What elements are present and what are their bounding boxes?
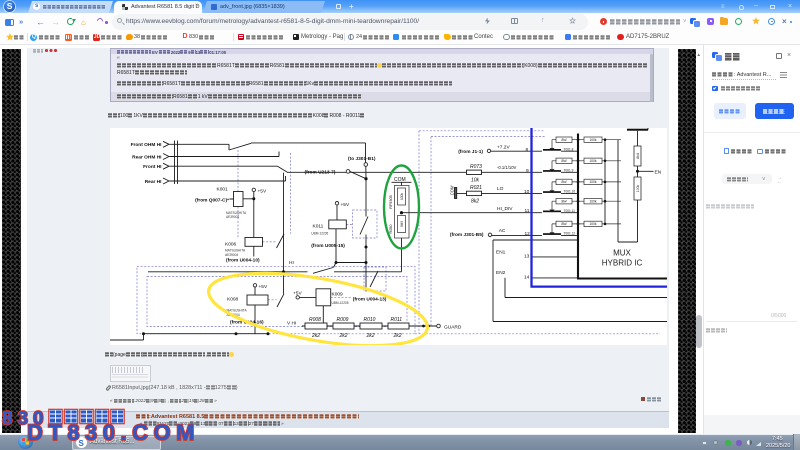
svg-text:K008: K008 bbox=[227, 297, 239, 303]
svg-text:13: 13 bbox=[524, 254, 530, 260]
svg-text:R021: R021 bbox=[470, 185, 482, 191]
svg-text:K006: K006 bbox=[225, 242, 237, 248]
svg-text:100k: 100k bbox=[590, 159, 597, 163]
svg-text:100k: 100k bbox=[590, 200, 597, 204]
svg-text:9: 9 bbox=[526, 168, 529, 174]
svg-text:EN: EN bbox=[655, 169, 662, 175]
svg-text:UBM-12205: UBM-12205 bbox=[311, 232, 328, 236]
svg-text:R009: R009 bbox=[337, 317, 349, 323]
svg-text:EN1: EN1 bbox=[496, 250, 506, 256]
svg-text:8k4: 8k4 bbox=[636, 153, 640, 159]
svg-text:MATSUSHITA: MATSUSHITA bbox=[226, 211, 247, 215]
svg-text:2k2: 2k2 bbox=[393, 333, 402, 339]
svg-text:GUARD: GUARD bbox=[444, 324, 462, 330]
svg-text:12: 12 bbox=[525, 231, 531, 237]
svg-text:Front OHM HI: Front OHM HI bbox=[131, 142, 163, 148]
svg-text:K009: K009 bbox=[332, 292, 344, 298]
svg-text:Rear HI: Rear HI bbox=[145, 179, 162, 185]
svg-text:2k2: 2k2 bbox=[366, 333, 375, 339]
svg-text:8k4: 8k4 bbox=[561, 180, 566, 184]
svg-text:T001.10: T001.10 bbox=[564, 190, 576, 194]
svg-text:10: 10 bbox=[524, 189, 530, 195]
svg-text:RF9305: RF9305 bbox=[389, 195, 393, 209]
svg-text:MUX: MUX bbox=[613, 249, 631, 258]
svg-text:8k4: 8k4 bbox=[561, 159, 566, 163]
svg-text:(from U213-7): (from U213-7) bbox=[305, 170, 336, 176]
svg-text:9M9: 9M9 bbox=[400, 221, 404, 227]
svg-text:100k: 100k bbox=[590, 222, 597, 226]
svg-text:Rear OHM HI: Rear OHM HI bbox=[132, 154, 162, 160]
svg-text:R008: R008 bbox=[309, 317, 321, 323]
svg-text:100k: 100k bbox=[590, 180, 597, 184]
svg-text:K011: K011 bbox=[313, 224, 324, 230]
svg-text:MATSUSHITA: MATSUSHITA bbox=[225, 249, 246, 253]
svg-text:(from U004-10): (from U004-10) bbox=[226, 258, 260, 264]
svg-text:(from Q007-C)*: (from Q007-C)* bbox=[195, 198, 229, 204]
svg-text:K001: K001 bbox=[217, 187, 229, 193]
svg-text:T001.11: T001.11 bbox=[564, 209, 576, 213]
svg-text:UBM-12205: UBM-12205 bbox=[332, 301, 349, 305]
svg-text:+7.2V: +7.2V bbox=[497, 145, 510, 151]
svg-text:11: 11 bbox=[525, 208, 530, 214]
svg-text:+5V: +5V bbox=[341, 202, 350, 208]
svg-text:+5V: +5V bbox=[259, 284, 268, 290]
svg-text:-0.1/1/10V: -0.1/1/10V bbox=[497, 165, 517, 170]
svg-text:AE39004: AE39004 bbox=[225, 253, 238, 257]
svg-text:14: 14 bbox=[524, 275, 530, 281]
svg-text:Front HI: Front HI bbox=[143, 164, 162, 170]
svg-text:(from J1-1): (from J1-1) bbox=[458, 149, 483, 155]
svg-text:(from J301-B5): (from J301-B5) bbox=[450, 232, 484, 238]
svg-text:8k4: 8k4 bbox=[561, 200, 566, 204]
svg-text:DT830.COM: DT830.COM bbox=[27, 420, 200, 445]
svg-text:8: 8 bbox=[526, 147, 529, 153]
svg-text:+5V: +5V bbox=[293, 291, 302, 297]
svg-text:(from U005-15): (from U005-15) bbox=[311, 243, 345, 249]
svg-text:AC: AC bbox=[499, 228, 506, 234]
svg-text:R010: R010 bbox=[364, 317, 376, 323]
svg-text:(to J301-B1): (to J301-B1) bbox=[348, 156, 376, 162]
svg-text:2k2: 2k2 bbox=[339, 333, 348, 339]
svg-text:2k2: 2k2 bbox=[311, 333, 320, 339]
svg-text:T001.8: T001.8 bbox=[564, 147, 574, 151]
svg-text:8k4: 8k4 bbox=[561, 138, 566, 142]
svg-text:EN2: EN2 bbox=[496, 270, 506, 276]
svg-text:(from U004-13): (from U004-13) bbox=[353, 297, 387, 303]
svg-text:R050: R050 bbox=[389, 224, 393, 233]
svg-text:R011: R011 bbox=[391, 317, 403, 323]
svg-text:HYBRID IC: HYBRID IC bbox=[602, 259, 643, 268]
svg-text:8k2: 8k2 bbox=[471, 198, 479, 204]
svg-text:10k: 10k bbox=[471, 177, 480, 183]
svg-text:COM: COM bbox=[394, 177, 406, 183]
svg-text:V HI: V HI bbox=[287, 321, 296, 327]
svg-text:100k: 100k bbox=[636, 185, 640, 193]
svg-text:T001.12: T001.12 bbox=[564, 232, 576, 236]
svg-text:100k: 100k bbox=[400, 193, 404, 200]
svg-text:LO: LO bbox=[497, 186, 504, 192]
svg-text:8k4: 8k4 bbox=[561, 222, 566, 226]
svg-text:COM: COM bbox=[450, 185, 455, 195]
svg-text:R073: R073 bbox=[470, 164, 482, 170]
svg-text:+5V: +5V bbox=[258, 189, 267, 195]
svg-text:HI_DIV: HI_DIV bbox=[497, 206, 513, 212]
svg-text:T001.9: T001.9 bbox=[564, 168, 574, 172]
svg-text:8: 8 bbox=[2, 409, 13, 430]
svg-text:100k: 100k bbox=[590, 138, 597, 142]
svg-text:AE39004: AE39004 bbox=[226, 215, 239, 219]
svg-text:HI: HI bbox=[289, 260, 294, 266]
